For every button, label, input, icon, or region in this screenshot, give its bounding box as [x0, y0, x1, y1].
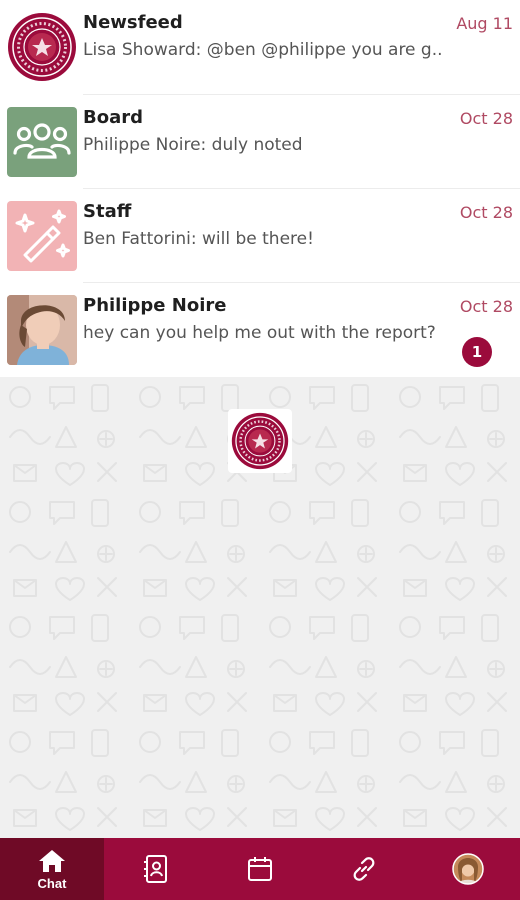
chat-name: Philippe Noire: [83, 295, 227, 316]
bottom-tab-bar: Chat: [0, 838, 520, 900]
tab-profile[interactable]: [416, 838, 520, 900]
tab-calendar[interactable]: [208, 838, 312, 900]
tab-chat[interactable]: Chat: [0, 838, 104, 900]
chat-date: Aug 11: [456, 14, 513, 33]
chat-row-philippe-noire[interactable]: Philippe Noire hey can you help me out w…: [0, 283, 520, 377]
chat-row-board[interactable]: Board Philippe Noire: duly noted Oct 28: [0, 95, 520, 189]
seal-logo-icon: [231, 412, 289, 470]
magic-wand-icon: [7, 201, 77, 271]
chat-preview: Philippe Noire: duly noted: [83, 135, 303, 155]
user-photo: [7, 295, 77, 365]
chat-name: Staff: [83, 201, 132, 222]
chat-list: Newsfeed Lisa Showard: @ben @philippe yo…: [0, 0, 520, 377]
calendar-icon: [248, 857, 272, 881]
chat-preview: hey can you help me out with the report?: [83, 323, 436, 343]
chat-row-staff[interactable]: Staff Ben Fattorini: will be there! Oct …: [0, 189, 520, 283]
chat-row-newsfeed[interactable]: Newsfeed Lisa Showard: @ben @philippe yo…: [0, 0, 520, 94]
chat-date: Oct 28: [459, 203, 513, 222]
chat-preview: Ben Fattorini: will be there!: [83, 229, 314, 249]
group-people-icon: [7, 107, 77, 177]
chat-date: Oct 28: [459, 297, 513, 316]
center-logo: [228, 409, 292, 473]
chat-date: Oct 28: [459, 109, 513, 128]
home-icon: [39, 849, 65, 872]
profile-avatar: [452, 853, 484, 885]
tab-label: Chat: [37, 875, 67, 891]
unread-badge: 1: [462, 337, 492, 367]
chat-preview: Lisa Showard: @ben @philippe you are g..…: [83, 40, 443, 60]
tab-links[interactable]: [312, 838, 416, 900]
tab-contacts[interactable]: [104, 838, 208, 900]
chat-name: Newsfeed: [83, 12, 183, 33]
seal-logo-icon: [7, 12, 77, 82]
contacts-icon: [144, 855, 167, 883]
chat-name: Board: [83, 107, 143, 128]
link-icon: [353, 857, 375, 881]
chat-wallpaper: [0, 377, 520, 838]
